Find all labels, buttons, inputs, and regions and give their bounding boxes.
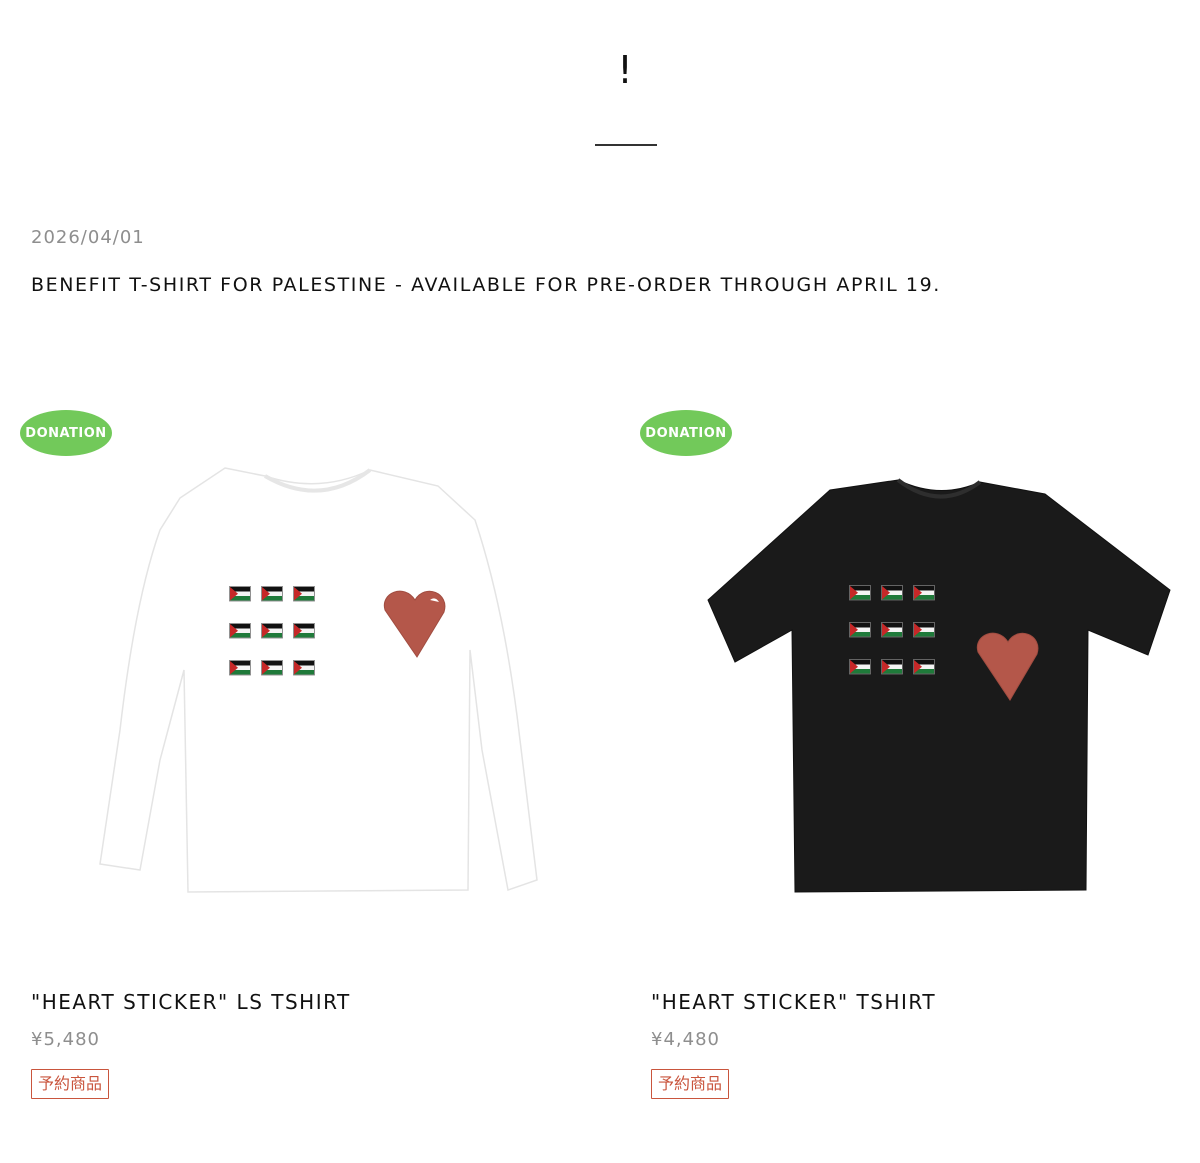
palestine-flag-icon	[881, 585, 903, 601]
palestine-flag-icon	[293, 586, 315, 602]
palestine-flag-icon	[229, 586, 251, 602]
product-name[interactable]: "HEART STICKER" LS TSHIRT	[31, 990, 351, 1014]
product-image-tshirt[interactable]	[640, 450, 1200, 930]
heading-divider	[595, 144, 657, 146]
palestine-flag-icon	[849, 659, 871, 675]
palestine-flag-icon	[229, 623, 251, 639]
product-card-tshirt[interactable]: DONATION "HEART STICKER" TSHIRT ¥4,480 予…	[640, 410, 1200, 1120]
flag-grid	[229, 586, 315, 676]
product-name[interactable]: "HEART STICKER" TSHIRT	[651, 990, 936, 1014]
donation-badge: DONATION	[20, 410, 112, 456]
palestine-flag-icon	[913, 659, 935, 675]
palestine-flag-icon	[849, 622, 871, 638]
black-short-sleeve-shirt-image	[707, 478, 1171, 893]
palestine-flag-icon	[881, 622, 903, 638]
preorder-tag: 予約商品	[31, 1069, 110, 1099]
palestine-flag-icon	[293, 660, 315, 676]
palestine-flag-icon	[229, 660, 251, 676]
palestine-flag-icon	[261, 586, 283, 602]
palestine-flag-icon	[293, 623, 315, 639]
news-date: 2026/04/01	[31, 227, 145, 248]
palestine-flag-icon	[881, 659, 903, 675]
page-heading: !	[617, 48, 633, 92]
product-card-ls-tshirt[interactable]: DONATION "HEART STICKER" LS TSHIRT ¥5,48…	[20, 410, 580, 1120]
palestine-flag-icon	[849, 585, 871, 601]
preorder-tag: 予約商品	[651, 1069, 730, 1099]
product-price: ¥5,480	[31, 1029, 100, 1050]
product-price: ¥4,480	[651, 1029, 720, 1050]
news-title[interactable]: BENEFIT T-SHIRT FOR PALESTINE - AVAILABL…	[31, 274, 941, 296]
product-image-ls-tshirt[interactable]	[20, 450, 580, 930]
donation-badge: DONATION	[640, 410, 732, 456]
palestine-flag-icon	[261, 660, 283, 676]
white-long-sleeve-shirt-image	[99, 467, 538, 893]
flag-grid	[849, 585, 935, 675]
palestine-flag-icon	[261, 623, 283, 639]
palestine-flag-icon	[913, 622, 935, 638]
palestine-flag-icon	[913, 585, 935, 601]
